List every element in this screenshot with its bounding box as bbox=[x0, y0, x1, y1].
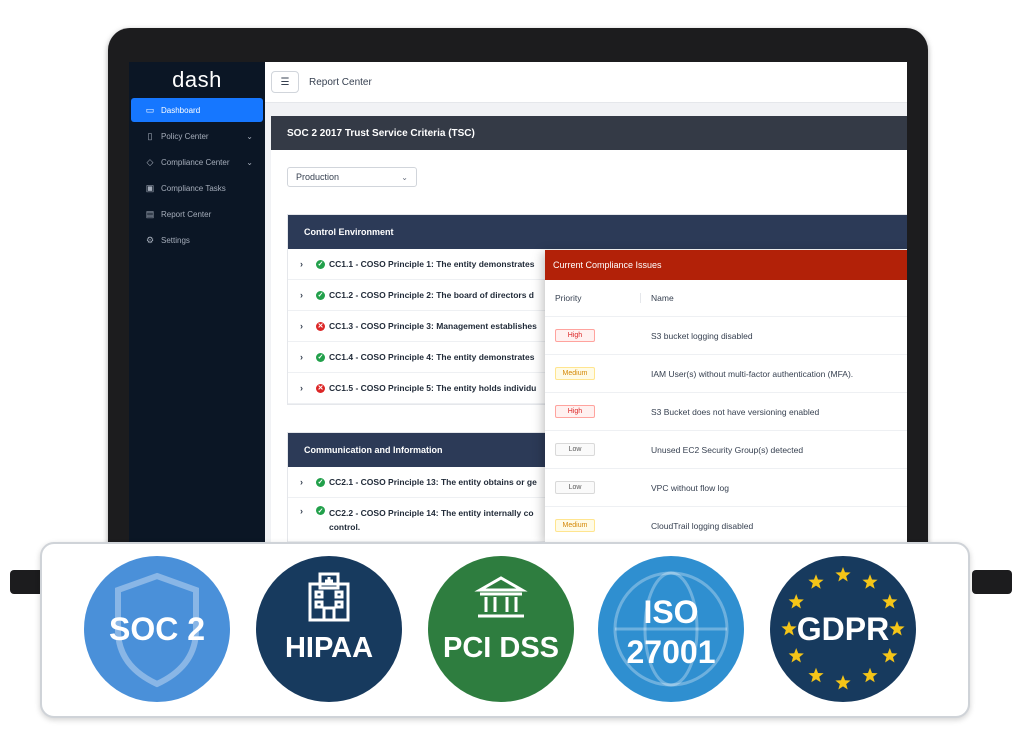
chevron-down-icon: ⌄ bbox=[401, 172, 408, 182]
sidebar-item-compliance-center[interactable]: ◇ Compliance Center ⌄ bbox=[131, 150, 263, 174]
issues-table-header: Priority Name bbox=[545, 280, 907, 317]
gear-icon: ⚙ bbox=[145, 234, 155, 245]
badge-hipaa: HIPAA bbox=[256, 556, 402, 702]
priority-badge: High bbox=[555, 329, 595, 342]
badge-gdpr: GDPR bbox=[770, 556, 916, 702]
sidebar-item-label: Compliance Tasks bbox=[161, 183, 226, 193]
control-text: CC1.2 - COSO Principle 2: The board of d… bbox=[329, 290, 534, 300]
column-header-name[interactable]: Name bbox=[641, 293, 674, 303]
control-text: CC1.5 - COSO Principle 5: The entity hol… bbox=[329, 383, 537, 393]
badge-label: 27001 bbox=[626, 634, 716, 670]
sidebar-item-label: Report Center bbox=[161, 209, 212, 219]
priority-badge: Low bbox=[555, 443, 595, 456]
priority-badge: Medium bbox=[555, 519, 595, 532]
issue-name: CloudTrail logging disabled bbox=[651, 520, 754, 531]
badge-pci-dss: PCI DSS bbox=[428, 556, 574, 702]
issue-row[interactable]: High S3 Bucket does not have versioning e… bbox=[545, 393, 907, 431]
chevron-down-icon: ⌄ bbox=[246, 131, 253, 141]
environment-select-value: Production bbox=[296, 172, 340, 182]
column-header-priority[interactable]: Priority bbox=[545, 293, 641, 303]
hospital-icon bbox=[308, 572, 350, 622]
control-text: CC1.1 - COSO Principle 1: The entity dem… bbox=[329, 259, 535, 269]
priority-cell: Medium bbox=[545, 519, 651, 532]
issue-name: Unused EC2 Security Group(s) detected bbox=[651, 444, 804, 455]
priority-badge: Medium bbox=[555, 367, 595, 380]
badge-label: GDPR bbox=[796, 611, 890, 647]
issue-row[interactable]: Low VPC without flow log bbox=[545, 469, 907, 507]
section-title: Control Environment bbox=[288, 215, 907, 249]
issue-row[interactable]: Medium IAM User(s) without multi-factor a… bbox=[545, 355, 907, 393]
check-circle-icon: ✓ bbox=[316, 506, 325, 515]
environment-select[interactable]: Production ⌄ bbox=[287, 167, 417, 187]
badge-label: PCI DSS bbox=[442, 632, 560, 664]
chevron-right-icon[interactable]: › bbox=[300, 290, 312, 300]
issue-row[interactable]: Low Unused EC2 Security Group(s) detected bbox=[545, 431, 907, 469]
check-circle-icon: ✓ bbox=[316, 290, 325, 300]
priority-cell: High bbox=[545, 329, 651, 342]
sidebar-item-compliance-tasks[interactable]: ▣ Compliance Tasks bbox=[131, 176, 263, 200]
badge-label: SOC 2 bbox=[108, 611, 206, 647]
chevron-down-icon: ⌄ bbox=[246, 157, 253, 167]
check-circle-icon: ✓ bbox=[316, 259, 325, 269]
issue-name: S3 bucket logging disabled bbox=[651, 330, 753, 341]
priority-cell: Low bbox=[545, 481, 651, 494]
document-icon: ▯ bbox=[147, 130, 153, 141]
sidebar-item-policy-center[interactable]: ▯ Policy Center ⌄ bbox=[131, 124, 263, 148]
x-circle-icon: ✕ bbox=[316, 383, 325, 393]
control-text: CC2.1 - COSO Principle 13: The entity ob… bbox=[329, 477, 537, 487]
folder-icon: ▤ bbox=[145, 208, 155, 219]
check-circle-icon: ✓ bbox=[316, 477, 325, 487]
issue-name: S3 Bucket does not have versioning enabl… bbox=[651, 406, 820, 417]
control-text: CC1.4 - COSO Principle 4: The entity dem… bbox=[329, 352, 535, 362]
menu-toggle-button[interactable]: ☰ bbox=[271, 71, 299, 93]
criteria-header: SOC 2 2017 Trust Service Criteria (TSC) bbox=[271, 116, 907, 150]
x-circle-icon: ✕ bbox=[316, 321, 325, 331]
compliance-badge-band: SOC 2 HIPAA PCI DSS ISO 27001 GDPR bbox=[40, 542, 970, 718]
sidebar: dash ▭ Dashboard ▯ Policy Center ⌄ ◇ Complianc… bbox=[129, 62, 265, 542]
laptop-hinge-right bbox=[972, 570, 1012, 594]
bank-icon bbox=[474, 576, 528, 618]
chevron-right-icon[interactable]: › bbox=[300, 352, 312, 362]
badge-label: ISO bbox=[643, 594, 699, 630]
menu-icon: ☰ bbox=[280, 76, 290, 88]
badge-soc-2: SOC 2 bbox=[84, 556, 230, 702]
sidebar-item-label: Policy Center bbox=[161, 131, 209, 141]
priority-cell: High bbox=[545, 405, 651, 418]
issues-panel-title: Current Compliance Issues bbox=[545, 250, 907, 280]
top-bar: ☰ Report Center bbox=[265, 62, 907, 103]
chevron-right-icon[interactable]: › bbox=[300, 321, 312, 331]
badge-iso-27001: ISO 27001 bbox=[598, 556, 744, 702]
calendar-icon: ▣ bbox=[145, 182, 155, 193]
priority-badge: Low bbox=[555, 481, 595, 494]
control-text: CC2.2 - COSO Principle 14: The entity in… bbox=[329, 508, 534, 532]
monitor-icon: ▭ bbox=[145, 104, 155, 115]
page-title: Report Center bbox=[309, 76, 372, 88]
sidebar-nav: ▭ Dashboard ▯ Policy Center ⌄ ◇ Compliance Cen… bbox=[129, 98, 265, 252]
shield-icon: ◇ bbox=[146, 156, 154, 167]
issue-name: IAM User(s) without multi-factor authent… bbox=[651, 368, 854, 379]
issue-name: VPC without flow log bbox=[651, 482, 729, 493]
priority-cell: Low bbox=[545, 443, 651, 456]
priority-badge: High bbox=[555, 405, 595, 418]
chevron-right-icon[interactable]: › bbox=[300, 259, 312, 269]
app-logo[interactable]: dash bbox=[129, 62, 265, 98]
sidebar-item-label: Settings bbox=[161, 235, 190, 245]
sidebar-item-settings[interactable]: ⚙ Settings bbox=[131, 228, 263, 252]
priority-cell: Medium bbox=[545, 367, 651, 380]
control-text: CC1.3 - COSO Principle 3: Management est… bbox=[329, 321, 537, 331]
badge-label: HIPAA bbox=[284, 632, 374, 664]
chevron-right-icon[interactable]: › bbox=[300, 477, 312, 487]
sidebar-item-report-center[interactable]: ▤ Report Center bbox=[131, 202, 263, 226]
laptop-screen: dash ▭ Dashboard ▯ Policy Center ⌄ ◇ Complianc… bbox=[129, 62, 907, 542]
sidebar-item-label: Dashboard bbox=[161, 105, 201, 115]
sidebar-item-dashboard[interactable]: ▭ Dashboard bbox=[131, 98, 263, 122]
chevron-right-icon[interactable]: › bbox=[300, 506, 312, 516]
compliance-issues-panel: Current Compliance Issues Priority Name … bbox=[545, 250, 907, 542]
sidebar-item-label: Compliance Center bbox=[161, 157, 230, 167]
issue-row[interactable]: Medium CloudTrail logging disabled bbox=[545, 507, 907, 542]
check-circle-icon: ✓ bbox=[316, 352, 325, 362]
issue-row[interactable]: High S3 bucket logging disabled bbox=[545, 317, 907, 355]
chevron-right-icon[interactable]: › bbox=[300, 383, 312, 393]
